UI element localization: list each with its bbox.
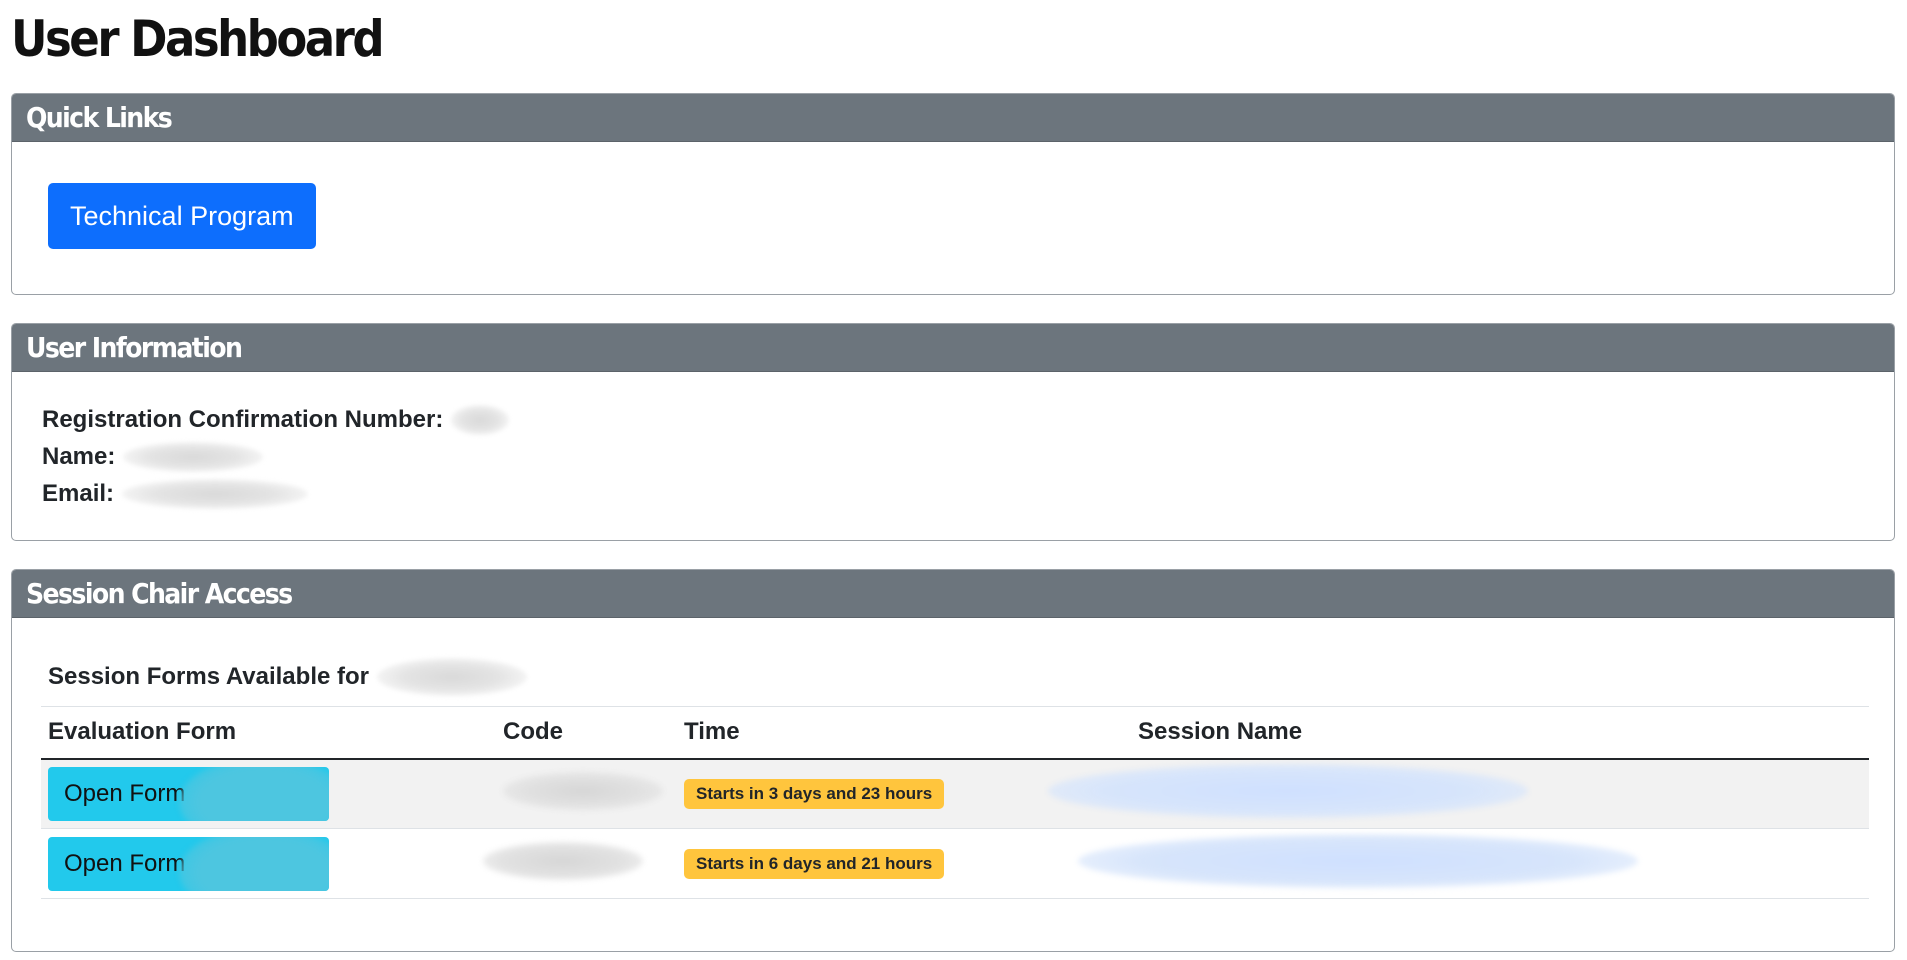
session-chair-body: Session Forms Available for Evaluation F… [12,618,1894,951]
session-chair-header: Session Chair Access [12,570,1894,618]
code-cell [496,758,677,829]
column-header-time: Time [677,706,1131,760]
session-forms-subheading: Session Forms Available for [41,656,1865,698]
confirmation-redacted-value [451,404,510,435]
column-header-session-name: Session Name [1131,706,1869,760]
email-row: Email: [42,475,1894,512]
open-form-redacted [179,766,329,821]
quick-links-card: Quick Links Technical Program [11,93,1895,295]
table-row: Open Form Starts in 3 days and 23 hours [41,758,1869,829]
open-form-label: Open Form [64,849,186,877]
email-redacted-value [122,478,309,509]
session-forms-label: Session Forms Available for [48,663,369,690]
name-row: Name: [42,438,1894,475]
name-label: Name: [42,443,116,470]
code-redacted [483,841,643,880]
page-title: User Dashboard [11,10,385,68]
table-header-row: Evaluation Form Code Time Session Name [41,706,1869,760]
confirmation-row: Registration Confirmation Number: [42,401,1894,438]
open-form-button[interactable]: Open Form [48,766,329,821]
user-info-header: User Information [12,324,1894,372]
open-form-redacted [179,836,329,891]
column-header-code: Code [496,706,677,760]
quick-links-body: Technical Program [12,142,1894,294]
technical-program-button[interactable]: Technical Program [48,183,316,249]
session-chair-card: Session Chair Access Session Forms Avail… [11,569,1895,952]
chair-name-redacted [377,658,527,696]
open-form-button[interactable]: Open Form [48,836,329,891]
confirmation-label: Registration Confirmation Number: [42,406,444,433]
quick-links-header: Quick Links [12,94,1894,142]
evaluation-form-cell: Open Form [41,758,496,829]
name-redacted-value [123,441,264,472]
open-form-label: Open Form [64,779,186,807]
code-cell [483,828,677,899]
user-info-card: User Information Registration Confirmati… [11,323,1895,541]
time-badge: Starts in 3 days and 23 hours [684,778,945,809]
time-cell: Starts in 6 days and 21 hours [677,828,1131,899]
session-name-cell [1048,758,1869,829]
table-row: Open Form Starts in 6 days and 21 hours [41,828,1869,899]
column-header-evaluation-form: Evaluation Form [41,706,496,760]
code-redacted [503,771,663,810]
email-label: Email: [42,480,115,507]
session-name-redacted[interactable] [1048,763,1528,818]
session-name-redacted[interactable] [1078,833,1638,888]
time-badge: Starts in 6 days and 21 hours [684,848,945,879]
dashboard-page: User Dashboard Quick Links Technical Pro… [0,0,1907,960]
evaluation-form-cell: Open Form [41,828,496,899]
session-name-cell [1078,828,1869,899]
user-info-body: Registration Confirmation Number: Name: … [12,372,1894,540]
session-forms-table: Evaluation Form Code Time Session Name O… [41,706,1869,899]
